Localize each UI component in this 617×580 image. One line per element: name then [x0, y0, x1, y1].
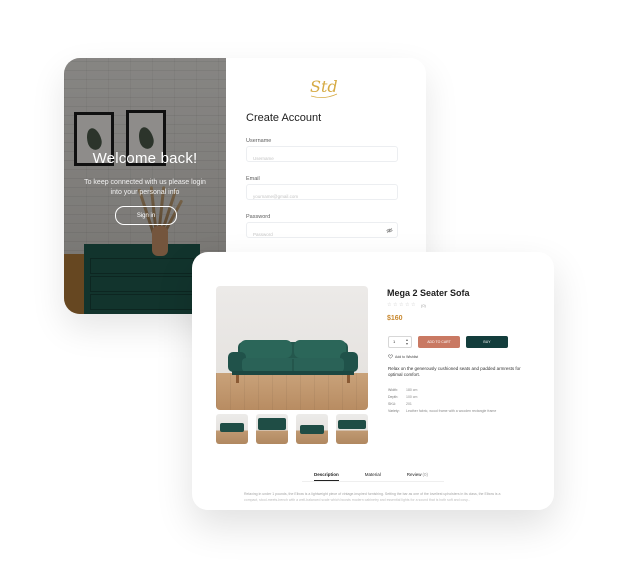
- bottom-fade: [192, 496, 554, 510]
- product-specs: Width: 180 cm Depth: 100 cm SKU: 201 Variet…: [388, 386, 496, 414]
- quantity-value[interactable]: 1: [393, 339, 395, 344]
- product-tabs: Description Material Review(0): [314, 472, 428, 481]
- thumbnail-strip: [216, 414, 368, 444]
- product-name: Mega 2 Seater Sofa: [387, 288, 470, 298]
- spec-row: Variety: Leather fabric, wood frame with …: [388, 408, 497, 413]
- create-account-title: Create Account: [246, 112, 322, 124]
- thumbnail-3[interactable]: [296, 414, 328, 444]
- star-icon: ☆: [405, 302, 410, 308]
- show-password-icon[interactable]: [386, 227, 393, 234]
- chevron-down-icon[interactable]: ▼: [405, 342, 409, 346]
- spec-row: Width: 180 cm: [388, 387, 418, 392]
- thumbnail-1[interactable]: [216, 414, 248, 444]
- buy-button[interactable]: BUY: [466, 336, 508, 348]
- username-field[interactable]: [246, 146, 398, 166]
- product-card: Mega 2 Seater Sofa ☆ ☆ ☆ ☆ ☆ (0) $160 1 …: [192, 252, 554, 510]
- spec-row: Depth: 100 cm: [388, 394, 418, 399]
- tab-description[interactable]: Description: [314, 472, 339, 481]
- svg-text:Std: Std: [310, 77, 338, 96]
- welcome-title: Welcome back!: [92, 150, 198, 167]
- star-icon: ☆: [399, 302, 404, 308]
- rating-count: (0): [421, 303, 426, 308]
- add-to-wishlist-link[interactable]: Add to Wishlist: [388, 354, 418, 359]
- product-short-description: Relax on the generously cushioned seats …: [388, 366, 521, 377]
- thumbnail-2[interactable]: [256, 414, 288, 444]
- sofa-illustration: [228, 340, 358, 383]
- email-field[interactable]: [246, 184, 398, 204]
- quantity-stepper[interactable]: 1 ▲ ▼: [388, 336, 412, 348]
- brand-logo: Std: [310, 77, 338, 98]
- star-icon: ☆: [393, 302, 398, 308]
- review-count: (0): [422, 472, 429, 477]
- password-field[interactable]: [246, 222, 398, 242]
- star-icon: ☆: [387, 302, 392, 308]
- spec-row: SKU: 201: [388, 401, 412, 406]
- sign-in-button[interactable]: Sign in: [115, 206, 177, 225]
- product-main-image: [216, 286, 368, 410]
- username-input[interactable]: [247, 151, 389, 166]
- thumbnail-4[interactable]: [336, 414, 368, 444]
- star-rating: ☆ ☆ ☆ ☆ ☆ (0): [387, 302, 426, 309]
- tab-material[interactable]: Material: [365, 472, 381, 481]
- product-price: $160: [387, 315, 403, 322]
- username-label: Username: [246, 138, 272, 144]
- tab-review[interactable]: Review(0): [407, 472, 428, 481]
- password-input[interactable]: [247, 227, 389, 242]
- add-to-cart-button[interactable]: ADD TO CART: [418, 336, 460, 348]
- email-input[interactable]: [247, 189, 389, 204]
- password-label: Password: [246, 214, 271, 220]
- star-icon: ☆: [411, 302, 416, 308]
- heart-icon: [388, 354, 393, 359]
- email-label: Email: [246, 176, 260, 182]
- wishlist-label: Add to Wishlist: [395, 354, 419, 359]
- welcome-text: To keep connected with us please login i…: [84, 179, 206, 196]
- tabs-divider: [302, 481, 444, 482]
